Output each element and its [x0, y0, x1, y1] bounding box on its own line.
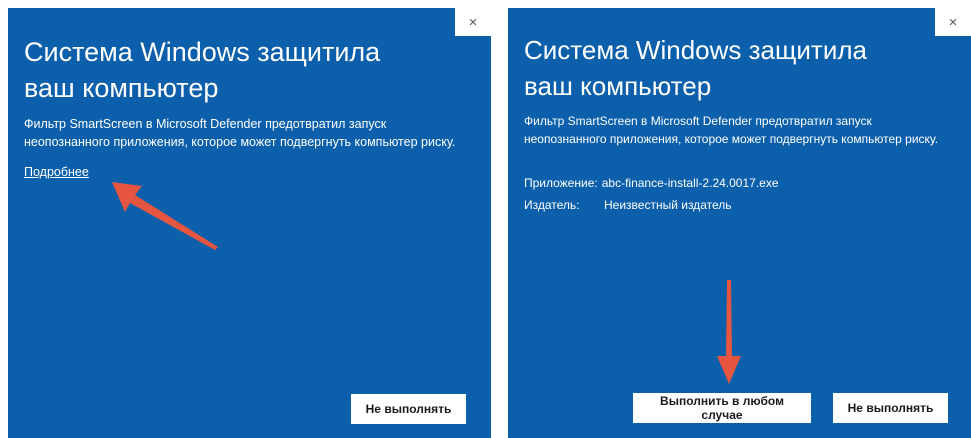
annotation-arrows: [112, 182, 741, 384]
red-arrow-down-icon: [717, 280, 741, 384]
red-arrow-up-left-icon: [112, 182, 218, 250]
